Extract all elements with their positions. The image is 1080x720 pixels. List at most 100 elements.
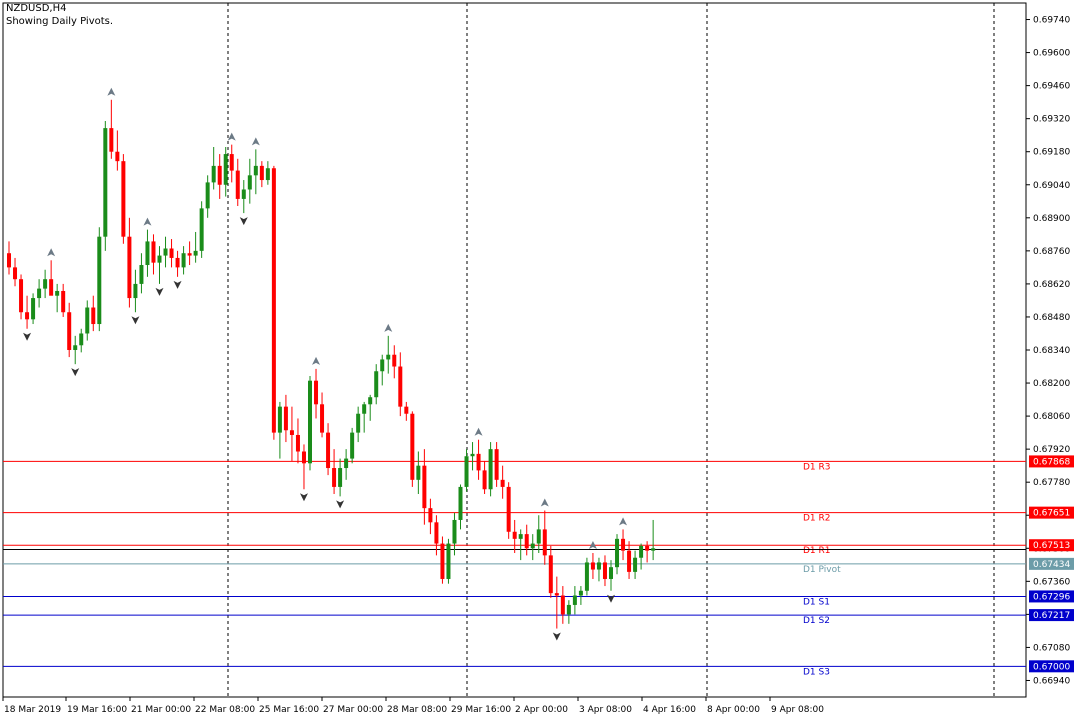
candle-body — [627, 550, 632, 572]
candle-body — [410, 413, 415, 480]
candle-body — [115, 151, 120, 162]
candle-body — [639, 545, 644, 558]
y-tick-label: 0.67360 — [1033, 577, 1070, 587]
y-tick-label: 0.69040 — [1033, 181, 1070, 191]
x-tick-label: 3 Apr 08:00 — [579, 705, 632, 715]
candle-body — [332, 468, 337, 487]
y-tick-label: 0.69320 — [1033, 115, 1070, 125]
candle-body — [482, 470, 487, 490]
candle-body — [609, 567, 613, 579]
x-tick-label: 29 Mar 16:00 — [451, 705, 511, 715]
candle-body — [554, 593, 559, 596]
y-tick-label: 0.69740 — [1033, 16, 1070, 26]
candle-body — [7, 253, 11, 268]
x-tick-label: 9 Apr 08:00 — [771, 705, 824, 715]
candle-body — [91, 307, 96, 325]
candle-body — [645, 545, 650, 551]
candle-body — [277, 406, 282, 433]
price-tag-label: 0.67296 — [1033, 592, 1070, 602]
candle-body — [253, 165, 258, 176]
candle-body — [458, 486, 463, 520]
candle-body — [440, 543, 445, 579]
candle-body — [55, 290, 60, 296]
candle-body — [602, 562, 607, 579]
candle-body — [380, 359, 385, 372]
y-tick-label: 0.68200 — [1033, 379, 1070, 389]
candle-body — [169, 248, 174, 258]
fractal-down-arrow — [552, 632, 561, 641]
candlestick-chart[interactable]: D1 R3 D1 R2 D1 R1 D1 Pivot D1 S1 D1 S2 D1 S3 0… — [0, 0, 1080, 720]
candle-body — [295, 434, 300, 452]
candle-body — [506, 486, 511, 532]
candle-body — [524, 534, 529, 549]
price-tag-label: 0.67000 — [1033, 662, 1070, 672]
x-tick-label: 19 Mar 16:00 — [67, 705, 127, 715]
fractal-up-arrow — [47, 248, 56, 257]
fractal-up-arrow — [540, 498, 549, 507]
grid-layer — [2, 2, 1027, 698]
candle-body — [25, 312, 30, 320]
price-axis-layer: 0.69740 0.69600 0.69460 0.69320 0.69180 0.690… — [1026, 16, 1074, 686]
chart-root[interactable]: NZDUSD,H4 Showing Daily Pivots. D1 R3 D1 … — [0, 0, 1080, 720]
candle-body — [446, 543, 451, 579]
candle-body — [67, 312, 72, 350]
candle-body — [578, 590, 583, 596]
y-tick-label: 0.67080 — [1033, 643, 1070, 653]
pivot-label: D1 S3 — [803, 667, 830, 677]
y-tick-label: 0.69600 — [1033, 49, 1070, 59]
pivot-label: D1 Pivot — [803, 565, 841, 575]
y-tick-label: 0.68340 — [1033, 346, 1070, 356]
candle-body — [615, 538, 620, 568]
candle-body — [247, 175, 252, 190]
y-tick-label: 0.68480 — [1033, 313, 1070, 323]
candle-body — [127, 236, 132, 299]
fractal-up-arrow — [251, 137, 260, 146]
candle-body — [560, 595, 565, 615]
price-tag-label: 0.67434 — [1033, 560, 1070, 570]
y-tick-label: 0.69180 — [1033, 148, 1070, 158]
candle-body — [314, 380, 319, 405]
candle-body — [633, 557, 638, 572]
x-tick-label: 28 Mar 08:00 — [387, 705, 447, 715]
price-tag-label: 0.67513 — [1033, 541, 1070, 551]
candle-body — [193, 250, 198, 256]
candle-body — [157, 255, 162, 263]
y-tick-label: 0.68620 — [1033, 280, 1070, 290]
candle-body — [13, 267, 18, 280]
candle-body — [536, 529, 541, 544]
candle-body — [338, 468, 343, 487]
candle-body — [596, 562, 601, 570]
candle-body — [488, 449, 493, 490]
candle-body — [530, 543, 535, 549]
candle-body — [283, 406, 288, 431]
candle-body — [19, 279, 24, 313]
candle-body — [205, 182, 210, 209]
candle-body — [187, 253, 192, 256]
candle-body — [229, 154, 234, 171]
fractal-down-arrow — [23, 332, 32, 341]
candle-body — [289, 430, 294, 435]
y-tick-label: 0.67780 — [1033, 478, 1070, 488]
candle-body — [368, 397, 373, 405]
candle-body — [500, 479, 505, 487]
y-tick-label: 0.67920 — [1033, 445, 1070, 455]
candle-body — [476, 453, 481, 471]
x-tick-label: 8 Apr 00:00 — [707, 705, 760, 715]
candle-body — [61, 290, 66, 313]
pivot-label: D1 R3 — [803, 462, 831, 472]
plot-frame — [2, 2, 1027, 698]
candle-body — [37, 288, 42, 299]
candle-body — [542, 529, 547, 556]
candle-body — [398, 366, 403, 407]
fractal-up-arrow — [107, 87, 116, 96]
candle-body — [416, 465, 421, 480]
candle-body — [49, 279, 54, 296]
candle-body — [518, 534, 523, 539]
fractal-down-arrow — [155, 287, 164, 296]
candle-body — [392, 354, 397, 367]
candle-body — [145, 241, 150, 266]
x-tick-label: 27 Mar 00:00 — [323, 705, 383, 715]
fractal-down-arrow — [336, 500, 345, 509]
candle-body — [621, 538, 626, 551]
candle-body — [97, 236, 102, 325]
